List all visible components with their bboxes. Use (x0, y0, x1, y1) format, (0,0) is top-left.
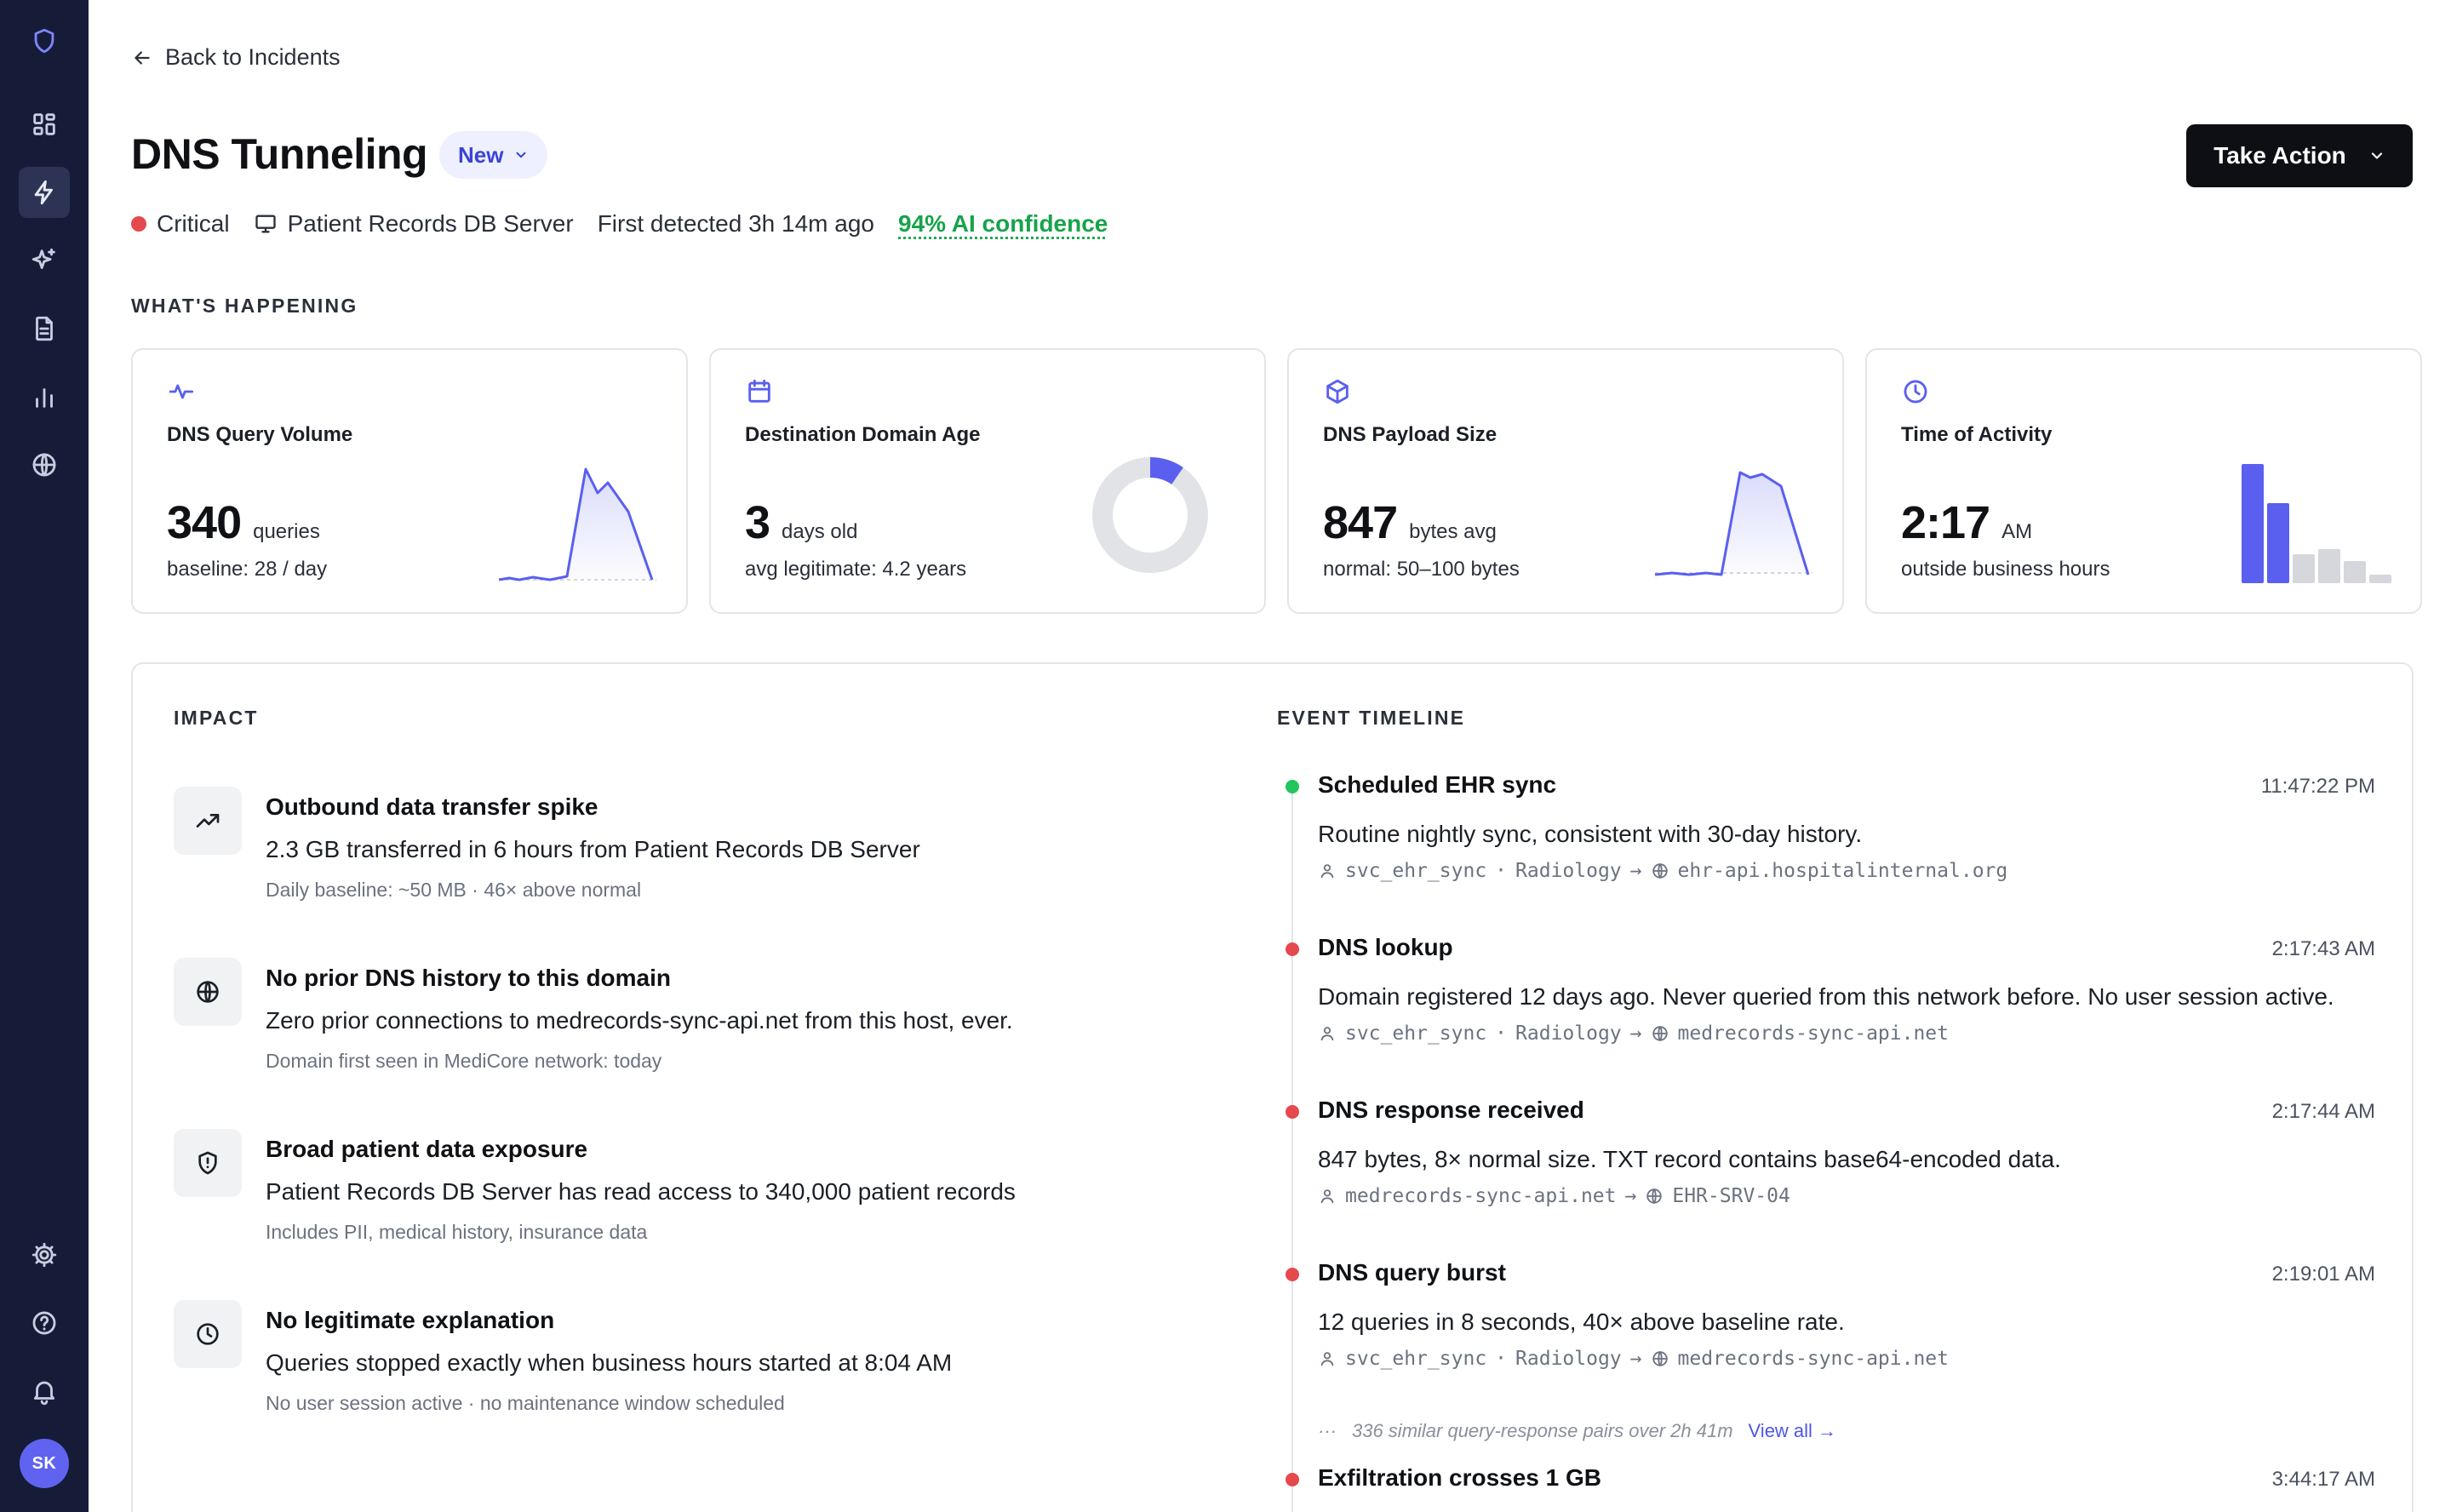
globe-icon (1651, 1349, 1669, 1368)
card-value: 847 (1323, 496, 1397, 549)
metric-card-time-of-activity[interactable]: Time of Activity 2:17 AM outside busines… (1865, 348, 2422, 614)
impact-label: IMPACT (174, 707, 259, 730)
card-unit: AM (2001, 520, 2032, 544)
monitor-icon (254, 212, 278, 236)
activity-bar-chart (2233, 455, 2395, 583)
analytics-bars-icon[interactable] (19, 371, 70, 422)
back-to-incidents-link[interactable]: Back to Incidents (131, 44, 341, 71)
globe-icon (1651, 862, 1669, 880)
card-unit: queries (253, 520, 320, 544)
status-critical-dot-icon (1286, 1268, 1299, 1281)
chevron-down-icon (513, 147, 529, 163)
status-critical-dot-icon (1286, 1105, 1299, 1119)
incident-meta: Critical Patient Records DB Server First… (131, 209, 1108, 239)
card-value: 2:17 (1901, 496, 1990, 549)
timeline-rail (1291, 783, 1293, 1512)
globe-icon (1651, 1024, 1669, 1043)
help-icon[interactable] (19, 1297, 70, 1349)
payload-size-sparkline (1655, 461, 1817, 588)
chevron-down-icon (2368, 147, 2385, 164)
status-label: New (458, 142, 503, 169)
trending-up-icon (174, 787, 242, 855)
globe-icon (1645, 1187, 1664, 1206)
similar-events-summary: ··· 336 similar query-response pairs ove… (1318, 1420, 1836, 1442)
ai-confidence-link[interactable]: 94% AI confidence (898, 210, 1108, 238)
avatar[interactable]: SK (20, 1439, 69, 1488)
settings-gear-icon[interactable] (19, 1229, 70, 1280)
card-title: DNS Query Volume (167, 423, 352, 447)
package-box-icon (1323, 377, 1352, 406)
clock-icon (174, 1300, 242, 1368)
metric-card-domain-age[interactable]: Destination Domain Age 3 days old avg le… (709, 348, 1266, 614)
arrow-left-icon (131, 47, 153, 69)
view-all-link[interactable]: View all → (1749, 1420, 1837, 1442)
page-title: DNS Tunneling (131, 129, 427, 179)
calendar-icon (745, 377, 774, 406)
status-critical-dot-icon (1286, 1473, 1299, 1486)
clock-icon (1901, 377, 1930, 406)
detected-label: First detected 3h 14m ago (598, 210, 874, 238)
severity-label: Critical (157, 210, 230, 238)
card-subtext: baseline: 28 / day (167, 558, 327, 581)
critical-dot-icon (131, 216, 146, 232)
shield-logo-icon[interactable] (19, 15, 70, 66)
globe-icon[interactable] (19, 439, 70, 490)
user-icon (1318, 862, 1337, 880)
metric-card-query-volume[interactable]: DNS Query Volume 340 queries baseline: 2… (131, 348, 688, 614)
incident-detail: Back to Incidents DNS Tunneling New Take… (89, 0, 2451, 1512)
take-action-label: Take Action (2213, 142, 2346, 169)
asset-label[interactable]: Patient Records DB Server (288, 210, 574, 238)
card-title: DNS Payload Size (1323, 423, 1497, 447)
back-link-label: Back to Incidents (165, 44, 341, 71)
card-subtext: outside business hours (1901, 558, 2110, 581)
metric-card-payload-size[interactable]: DNS Payload Size 847 bytes avg normal: 5… (1287, 348, 1844, 614)
dashboard-icon[interactable] (19, 99, 70, 150)
card-subtext: normal: 50–100 bytes (1323, 558, 1520, 581)
status-critical-dot-icon (1286, 942, 1299, 956)
card-subtext: avg legitimate: 4.2 years (745, 558, 966, 581)
activity-pulse-icon (167, 377, 196, 406)
status-ok-dot-icon (1286, 780, 1299, 793)
bell-icon[interactable] (19, 1366, 70, 1417)
document-icon[interactable] (19, 303, 70, 354)
card-title: Destination Domain Age (745, 423, 980, 447)
card-unit: days old (782, 520, 857, 544)
user-icon (1318, 1349, 1337, 1368)
user-icon (1318, 1187, 1337, 1206)
status-dropdown[interactable]: New (439, 131, 547, 179)
card-value: 340 (167, 496, 241, 549)
query-volume-sparkline (499, 461, 661, 588)
card-value: 3 (745, 496, 770, 549)
event-timeline-label: EVENT TIMELINE (1277, 707, 1465, 730)
incidents-bolt-icon[interactable] (19, 167, 70, 218)
impact-timeline-panel: IMPACT Outbound data transfer spike 2.3 … (131, 662, 2414, 1512)
whats-happening-label: WHAT'S HAPPENING (131, 295, 358, 318)
globe-icon (174, 958, 242, 1026)
user-icon (1318, 1024, 1337, 1043)
ellipsis-icon: ··· (1318, 1420, 1337, 1442)
shield-alert-icon (174, 1129, 242, 1197)
sidebar: SK (0, 0, 89, 1512)
card-title: Time of Activity (1901, 423, 2052, 447)
ai-sparkle-icon[interactable] (19, 235, 70, 286)
take-action-button[interactable]: Take Action (2186, 124, 2413, 187)
domain-age-donut (1091, 455, 1210, 575)
card-unit: bytes avg (1409, 520, 1497, 544)
